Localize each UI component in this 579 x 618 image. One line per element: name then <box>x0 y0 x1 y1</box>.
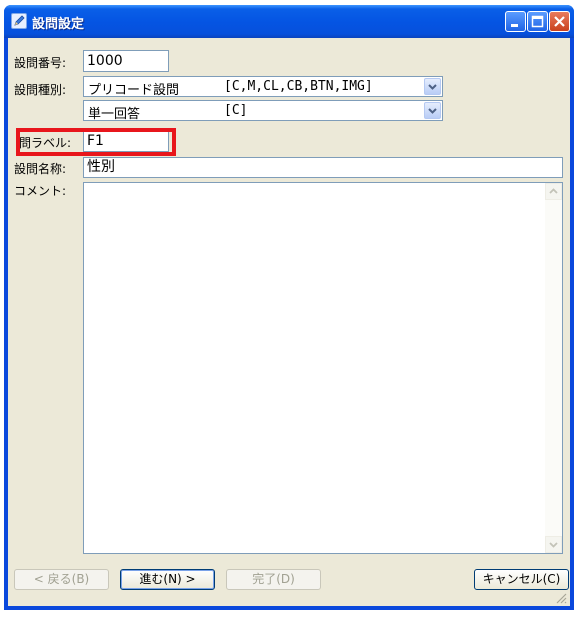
chevron-up-icon <box>549 188 558 194</box>
question-type-dropdown-button[interactable] <box>424 78 441 95</box>
question-type-select[interactable]: プリコード設問 [C,M,CL,CB,BTN,IMG] <box>83 76 443 97</box>
finish-button[interactable]: 完了(D) <box>226 569 321 590</box>
comment-scrollbar[interactable] <box>545 183 562 553</box>
chevron-down-icon <box>549 542 558 548</box>
next-button[interactable]: 進む(N) > <box>120 569 215 590</box>
chevron-down-icon <box>428 108 437 114</box>
maximize-icon <box>531 15 544 28</box>
comment-label: コメント: <box>14 184 67 198</box>
title-bar[interactable]: 設問設定 <box>4 5 574 38</box>
scroll-up-button[interactable] <box>545 183 562 200</box>
answer-type-codes: [C] <box>224 103 248 118</box>
question-number-input[interactable]: 1000 <box>83 50 169 72</box>
cancel-button[interactable]: キャンセル(C) <box>474 569 569 590</box>
question-number-label: 設問番号: <box>14 56 67 70</box>
maximize-button[interactable] <box>527 11 548 32</box>
question-type-codes: [C,M,CL,CB,BTN,IMG] <box>224 79 373 94</box>
minimize-button[interactable] <box>505 11 526 32</box>
comment-textarea[interactable] <box>83 182 563 554</box>
answer-type-select[interactable]: 単一回答 [C] <box>83 100 443 121</box>
back-button[interactable]: < 戻る(B) <box>14 569 109 590</box>
resize-grip-icon[interactable] <box>555 592 567 604</box>
minimize-icon <box>511 24 518 27</box>
scroll-down-button[interactable] <box>545 536 562 553</box>
window-title: 設問設定 <box>32 17 85 32</box>
question-type-value: プリコード設問 <box>88 83 180 97</box>
dialog-body: 設問番号: 1000 設問種別: プリコード設問 [C,M,CL,CB,BTN,… <box>8 38 570 606</box>
edit-pencil-icon <box>11 13 27 29</box>
answer-type-dropdown-button[interactable] <box>424 102 441 119</box>
question-name-input[interactable]: 性別 <box>83 157 563 178</box>
highlight-box <box>16 128 176 156</box>
question-name-label: 設問名称: <box>14 162 67 176</box>
dialog-window: 設問設定 設問番号: 1000 設問種別: プリコード設問 [C,M,CL,CB… <box>4 5 574 610</box>
answer-type-value: 単一回答 <box>88 107 141 121</box>
close-button[interactable] <box>549 11 570 32</box>
close-icon <box>554 16 565 27</box>
chevron-down-icon <box>428 84 437 90</box>
question-type-label: 設問種別: <box>14 83 67 97</box>
